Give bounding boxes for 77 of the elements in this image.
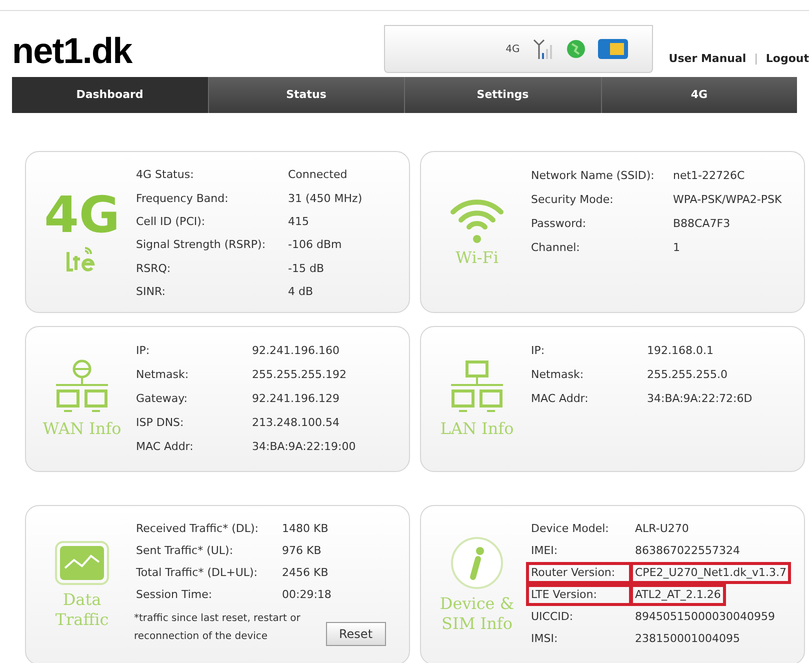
field-value: 2456 KB (281, 564, 330, 581)
field-value: 238150001004095 (634, 630, 741, 647)
field-label: MAC Addr: (135, 438, 194, 455)
field-label: RSRQ: (135, 260, 172, 277)
field-label: LTE Version: (529, 586, 629, 604)
nav-tab[interactable]: 4G (600, 77, 797, 113)
field-label: IP: (135, 342, 151, 359)
field-label: IMEI: (530, 542, 559, 559)
field-value: Connected (287, 167, 348, 184)
field-value: 213.248.100.54 (251, 414, 340, 431)
field-value: 34:BA:9A:22:19:00 (251, 438, 357, 455)
signal-icon (532, 38, 554, 60)
field-label: 4G Status: (135, 167, 195, 184)
link-separator: | (754, 50, 758, 67)
field-label: Frequency Band: (135, 190, 230, 207)
card-title: Wi-Fi (456, 248, 498, 268)
reset-button[interactable]: Reset (326, 622, 386, 646)
chart-icon (54, 540, 110, 586)
field-label: Sent Traffic* (UL): (135, 542, 234, 559)
nav-tab[interactable]: Status (208, 77, 404, 113)
field-label: UICCID: (530, 608, 574, 625)
field-value: 34:BA:9A:22:72:6D (646, 390, 754, 407)
field-label: Session Time: (135, 586, 214, 603)
field-label: Signal Strength (RSRP): (135, 237, 267, 254)
field-value: 255.255.255.0 (646, 366, 728, 383)
field-label: Received Traffic* (DL): (135, 520, 260, 537)
field-label: Netmask: (135, 366, 190, 383)
site-logo: net1.dk (12, 33, 134, 73)
field-value: WPA-PSK/WPA2-PSK (672, 192, 783, 208)
traffic-note: *traffic since last reset, restart or reconnection of the device (134, 612, 302, 644)
network-type: 4G (506, 42, 520, 56)
field-value: 192.168.0.1 (646, 342, 714, 359)
field-value: 92.241.196.160 (251, 342, 340, 359)
field-value: 00:29:18 (281, 586, 332, 603)
info-icon (450, 536, 504, 590)
card-title: LAN Info (440, 419, 514, 439)
field-value: 255.255.255.192 (251, 366, 348, 383)
field-label: Password: (530, 216, 588, 232)
field-label: Total Traffic* (DL+UL): (135, 564, 259, 581)
field-value: 92.241.196.129 (251, 390, 340, 407)
field-value: ATL2_AT_2.1.26 (633, 586, 723, 604)
field-value: CPE2_U270_Net1.dk_v1.3.7 (633, 564, 788, 582)
field-label: Network Name (SSID): (530, 168, 656, 184)
field-label: Device Model: (530, 520, 610, 537)
nav-tab[interactable]: Settings (404, 77, 600, 113)
field-value: ALR-U270 (634, 520, 690, 537)
card-title: Data Traffic (54, 590, 110, 630)
user-manual-link[interactable]: User Manual (668, 50, 746, 67)
field-value: 1480 KB (281, 520, 330, 537)
field-value: 89450515000030040959 (634, 608, 776, 625)
nav-tab[interactable]: Dashboard (12, 77, 208, 113)
field-value: B88CA7F3 (672, 216, 732, 232)
logout-link[interactable]: Logout (766, 50, 809, 67)
field-label: Cell ID (PCI): (135, 214, 206, 230)
field-value: 976 KB (281, 542, 322, 559)
field-value: 415 (287, 214, 310, 230)
field-value: 31 (450 MHz) (287, 190, 364, 207)
sim-card-icon (598, 39, 628, 59)
field-value: 1 (672, 240, 681, 256)
field-label: Gateway: (135, 390, 188, 407)
card-title: Device & SIM Info (438, 594, 516, 634)
field-label: Netmask: (530, 366, 585, 383)
field-label: IMSI: (530, 630, 559, 647)
field-label: Channel: (530, 240, 581, 256)
field-label: SINR: (135, 284, 166, 300)
field-label: MAC Addr: (530, 390, 590, 407)
field-value: -106 dBm (287, 237, 343, 254)
card-title: WAN Info (42, 419, 122, 439)
field-value: 863867022557324 (634, 542, 741, 559)
field-value: 4 dB (287, 284, 314, 300)
field-value: -15 dB (287, 260, 325, 277)
field-label: Router Version: (529, 564, 629, 582)
field-label: Security Mode: (530, 192, 614, 208)
field-value: net1-22726C (672, 168, 746, 184)
field-label: ISP DNS: (135, 414, 185, 431)
card-title: 4G (44, 190, 120, 240)
field-label: IP: (530, 342, 546, 359)
